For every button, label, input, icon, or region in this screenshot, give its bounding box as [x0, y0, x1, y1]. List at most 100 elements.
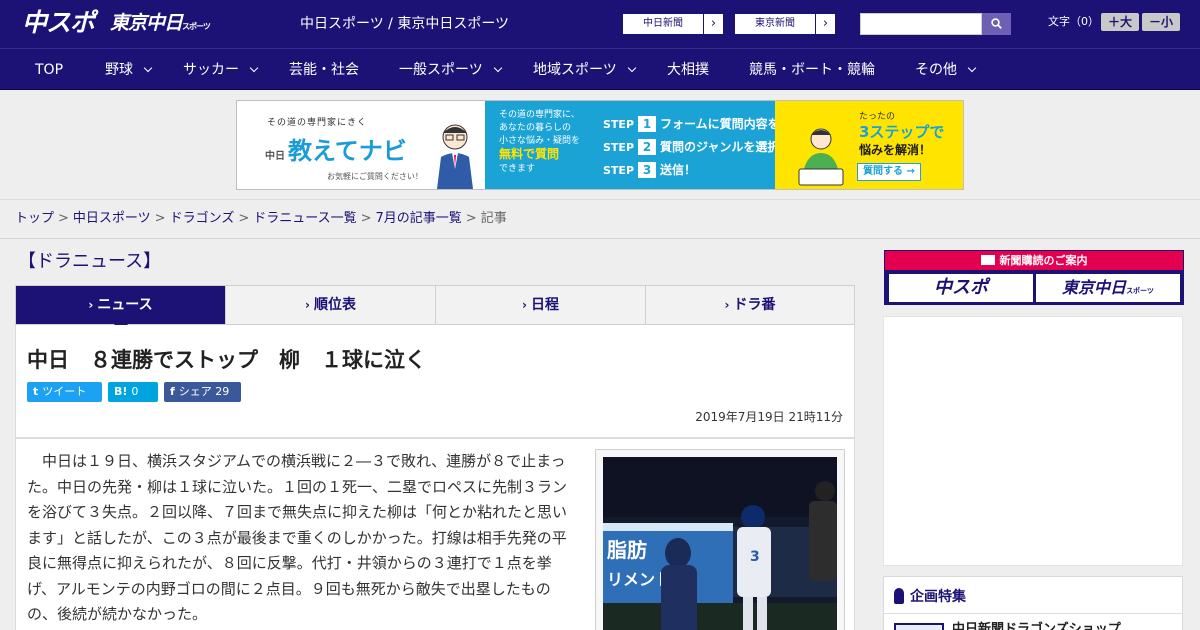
article-headline: 中日 ８連勝でストップ 柳 １球に泣く	[27, 348, 426, 372]
breadcrumb-chunichi-sports[interactable]: 中日スポーツ	[73, 211, 151, 226]
article-body: 中日は１９日、横浜スタジアムでの横浜戦に２―３で敗れ、連勝が８で止まった。中日の…	[15, 438, 855, 630]
baseball-photo-image: 脂肪 リメント! 3	[603, 457, 837, 630]
chevron-right-icon: ›	[305, 298, 310, 312]
ad-brand: 中日 教えてナビ	[265, 131, 407, 166]
sidebar-ad-slot[interactable]	[883, 316, 1183, 566]
ad-mid-line: その道の専門家に、	[499, 110, 580, 120]
nav-label: その他	[915, 62, 957, 78]
stadium-sign-text: 脂肪	[607, 538, 647, 562]
feature-box: 企画特集 中日新聞ドラゴンズショップ	[883, 576, 1183, 630]
paper-link-label: 中日新聞	[643, 18, 683, 29]
ad-step-2: STEP 2 質問のジャンルを選択	[603, 138, 779, 155]
search-button[interactable]	[982, 13, 1011, 35]
article-date: 2019年7月19日 21時11分	[695, 410, 843, 424]
chevron-right-icon: ›	[815, 14, 835, 34]
ad-right-mid: 悩みを解消！	[859, 143, 932, 157]
subscription-header: 新聞購読のご案内	[885, 251, 1183, 270]
step-number: 1	[638, 116, 657, 132]
tokyo-logo-suffix: スポーツ	[182, 22, 211, 31]
font-larger-button[interactable]: ＋大	[1101, 13, 1139, 31]
subscription-title: 新聞購読のご案内	[999, 254, 1088, 267]
chevron-down-icon	[143, 63, 153, 73]
tab-label: 順位表	[313, 297, 356, 313]
tab-dora-ban[interactable]: › ドラ番	[646, 286, 854, 324]
nav-item-other[interactable]: その他	[915, 49, 977, 91]
feature-thumbnail[interactable]	[894, 623, 944, 630]
ad-mid-panel: その道の専門家に、 あなたの暮らしの 小さな悩み・疑問を 無料で質問 できます …	[485, 101, 804, 189]
oshiete-navi-ad[interactable]: その道の専門家にきく 中日 教えてナビ お気軽にご質問ください！ その道の専門家に…	[236, 100, 964, 190]
ad-sub: お気軽にご質問ください！	[327, 172, 423, 181]
chevron-right-icon: ›	[522, 298, 527, 312]
subscribe-chuspo-button[interactable]: 中スポ	[889, 274, 1033, 302]
feature-item-dragons-shop[interactable]: 中日新聞ドラゴンズショップ	[952, 621, 1121, 630]
paper-link-label: 東京新聞	[755, 18, 795, 29]
main-nav: TOP 野球 サッカー 芸能・社会 一般スポーツ 地域スポーツ 大相撲 競馬・ボ…	[0, 48, 1200, 90]
ad-mid-highlight: 無料で質問	[499, 147, 560, 161]
ad-tagline: その道の専門家にきく	[267, 118, 368, 128]
tab-label: 日程	[530, 297, 559, 313]
nav-item-regional-sports[interactable]: 地域スポーツ	[533, 49, 636, 91]
nav-item-entertainment[interactable]: 芸能・社会	[289, 49, 359, 91]
nav-label: 競馬・ボート・競輪	[749, 62, 875, 78]
ad-mid-text: その道の専門家に、 あなたの暮らしの 小さな悩み・疑問を 無料で質問 できます	[499, 109, 580, 176]
nav-item-top[interactable]: TOP	[35, 49, 63, 91]
feature-divider	[884, 613, 1182, 614]
ad-step-3: STEP 3 送信！	[603, 161, 696, 178]
nav-item-baseball[interactable]: 野球	[105, 49, 153, 91]
ad-cta-button[interactable]: 質問する →	[857, 163, 921, 181]
breadcrumb-divider	[0, 238, 1200, 239]
subscription-box[interactable]: 新聞購読のご案内 中スポ 東京中日スポーツ	[884, 250, 1184, 305]
tab-schedule[interactable]: › 日程	[436, 286, 646, 324]
font-smaller-button[interactable]: －小	[1142, 13, 1180, 31]
nav-item-general-sports[interactable]: 一般スポーツ	[399, 49, 502, 91]
nav-label: 地域スポーツ	[533, 62, 617, 78]
chuspo-logo[interactable]: 中スポ	[22, 6, 102, 40]
step-number: 3	[638, 162, 657, 178]
news-tabs: › ニュース › 順位表 › 日程 › ドラ番	[15, 285, 855, 331]
step-label: STEP	[603, 141, 635, 154]
breadcrumb-separator: >	[58, 211, 69, 226]
ribbon-badge-icon	[894, 588, 904, 604]
nav-item-soccer[interactable]: サッカー	[183, 49, 259, 91]
ad-brand-prefix: 中日	[265, 151, 285, 162]
tokyo-shimbun-link[interactable]: 東京新聞 ›	[734, 13, 836, 35]
hatena-bookmark-button[interactable]: B! 0	[108, 382, 158, 402]
search-icon	[991, 18, 1002, 29]
tab-standings[interactable]: › 順位表	[226, 286, 436, 324]
twitter-icon: t	[33, 385, 39, 398]
nav-item-racing[interactable]: 競馬・ボート・競輪	[749, 49, 875, 91]
step-text: 質問のジャンルを選択	[660, 140, 780, 154]
sub-logo-suffix: スポーツ	[1126, 287, 1154, 295]
feature-title: 企画特集	[910, 589, 966, 605]
ad-mid-line: あなたの暮らしの	[499, 123, 572, 133]
font-size-label: 文字（0）	[1048, 15, 1099, 28]
nav-label: 芸能・社会	[289, 62, 359, 78]
tab-news[interactable]: › ニュース	[16, 286, 226, 331]
tokyo-chunichi-logo[interactable]: 東京中日スポーツ	[110, 6, 211, 40]
breadcrumb-dora-news-list[interactable]: ドラニュース一覧	[253, 211, 356, 226]
user-at-laptop-icon	[798, 128, 844, 186]
ad-brand-name: 教えてナビ	[288, 137, 407, 165]
ad-right-big: 3ステップで	[859, 123, 945, 141]
search-input[interactable]	[860, 13, 982, 35]
facebook-count: 29	[215, 385, 230, 398]
hatena-icon: B!	[114, 385, 128, 398]
breadcrumb-top[interactable]: トップ	[15, 211, 54, 226]
tab-label: ニュース	[97, 297, 153, 313]
subscribe-tokyo-chunichi-button[interactable]: 東京中日スポーツ	[1036, 274, 1180, 302]
breadcrumb-dragons[interactable]: ドラゴンズ	[170, 211, 235, 226]
chunichi-shimbun-link[interactable]: 中日新聞 ›	[622, 13, 724, 35]
feature-heading: 企画特集	[894, 587, 966, 607]
tweet-button[interactable]: t ツイート	[27, 382, 102, 402]
advisor-illustration-icon	[437, 124, 473, 189]
facebook-icon: f	[170, 385, 175, 398]
tweet-label: ツイート	[42, 385, 87, 398]
facebook-share-button[interactable]: f シェア 29	[164, 382, 241, 402]
site-caption: 中日スポーツ / 東京中日スポーツ	[300, 16, 510, 32]
article-photo-frame[interactable]: 脂肪 リメント! 3	[595, 449, 845, 630]
step-label: STEP	[603, 118, 635, 131]
breadcrumb-july-articles[interactable]: 7月の記事一覧	[376, 211, 462, 226]
svg-text:3: 3	[750, 549, 760, 565]
nav-item-sumo[interactable]: 大相撲	[667, 49, 709, 91]
chevron-right-icon: ›	[724, 298, 730, 312]
